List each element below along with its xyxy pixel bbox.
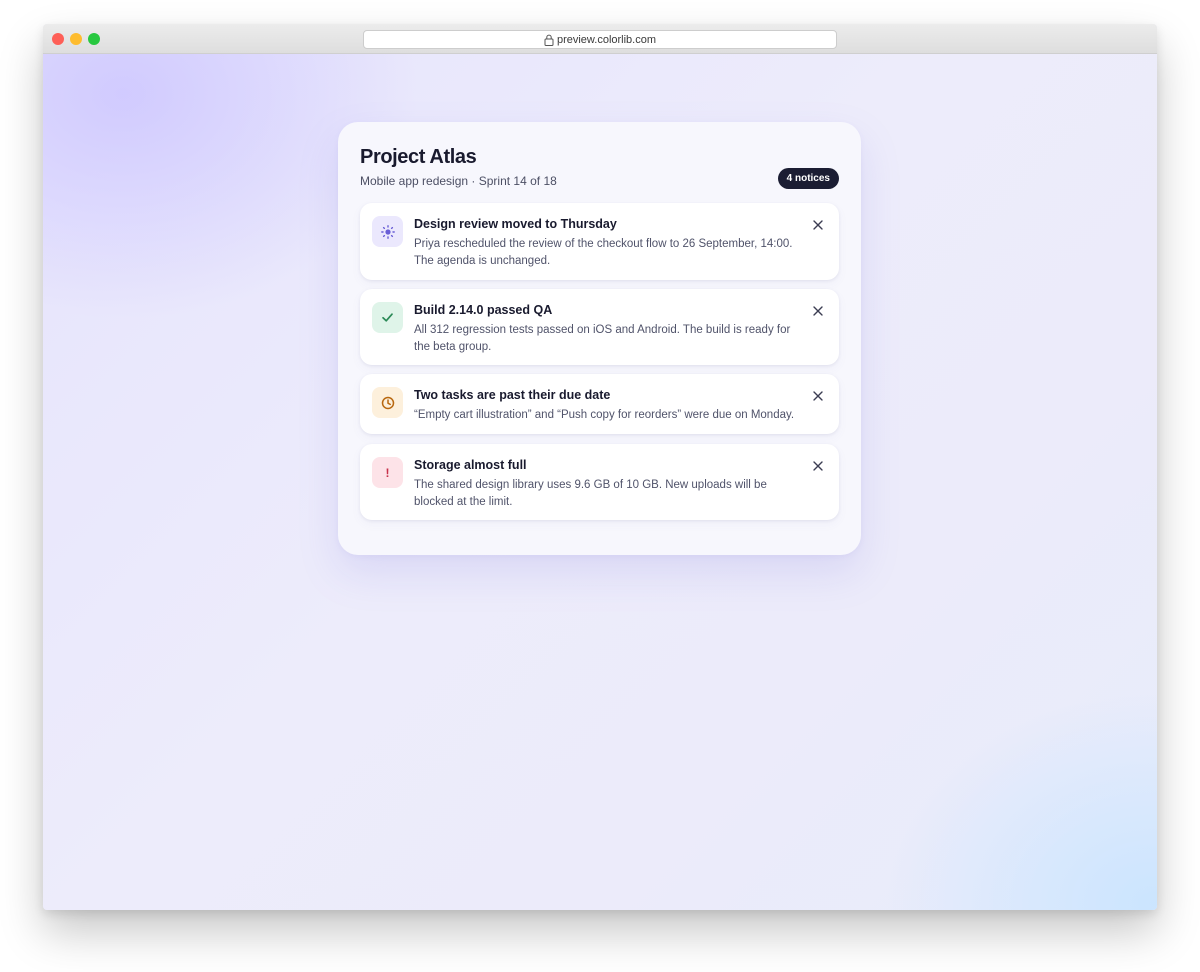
lock-icon: [544, 34, 554, 46]
maximize-window-button[interactable]: [88, 33, 100, 45]
notice-count-badge: 4 notices: [777, 168, 839, 189]
notifications-panel: Project Atlas Mobile app redesign · Spri…: [338, 122, 861, 555]
notice-body: All 312 regression tests passed on iOS a…: [414, 324, 791, 353]
close-icon: [813, 391, 823, 401]
address-bar[interactable]: preview.colorlib.com: [363, 30, 837, 49]
notice-icon-box: [372, 216, 403, 247]
browser-titlebar: preview.colorlib.com: [43, 24, 1157, 54]
url-text: preview.colorlib.com: [556, 33, 657, 46]
notice-card: ! Storage almost full The shared design …: [360, 444, 839, 520]
dismiss-button[interactable]: [811, 304, 825, 318]
notice-icon-box: [372, 302, 403, 333]
close-icon: [813, 220, 823, 230]
panel-subtitle: Mobile app redesign · Sprint 14 of 18: [360, 174, 557, 188]
notice-title: Storage almost full: [414, 458, 527, 472]
close-window-button[interactable]: [52, 33, 64, 45]
check-icon: [382, 313, 393, 322]
close-icon: [813, 306, 823, 316]
notice-title: Two tasks are past their due date: [414, 388, 611, 402]
notice-body: Priya rescheduled the review of the chec…: [414, 238, 793, 267]
browser-window: preview.colorlib.com Project Atlas Mobil…: [43, 24, 1157, 910]
dismiss-button[interactable]: [811, 459, 825, 473]
notice-body: The shared design library uses 9.6 GB of…: [414, 479, 767, 508]
notice-icon-box: [372, 387, 403, 418]
dismiss-button[interactable]: [811, 389, 825, 403]
notice-title: Design review moved to Thursday: [414, 217, 617, 231]
notice-card: Two tasks are past their due date “Empty…: [360, 374, 839, 434]
minimize-window-button[interactable]: [70, 33, 82, 45]
panel-title: Project Atlas: [360, 146, 477, 168]
exclamation-icon: !: [385, 465, 390, 480]
sun-icon: [380, 224, 395, 239]
close-icon: [813, 461, 823, 471]
notice-card: Build 2.14.0 passed QA All 312 regressio…: [360, 289, 839, 365]
notice-title: Build 2.14.0 passed QA: [414, 303, 553, 317]
dismiss-button[interactable]: [811, 218, 825, 232]
notice-card: Design review moved to Thursday Priya re…: [360, 203, 839, 280]
notice-body: “Empty cart illustration” and “Push copy…: [414, 409, 795, 421]
clock-icon: [381, 396, 394, 409]
page-viewport: Project Atlas Mobile app redesign · Spri…: [43, 54, 1157, 910]
notice-icon-box: !: [372, 457, 403, 488]
